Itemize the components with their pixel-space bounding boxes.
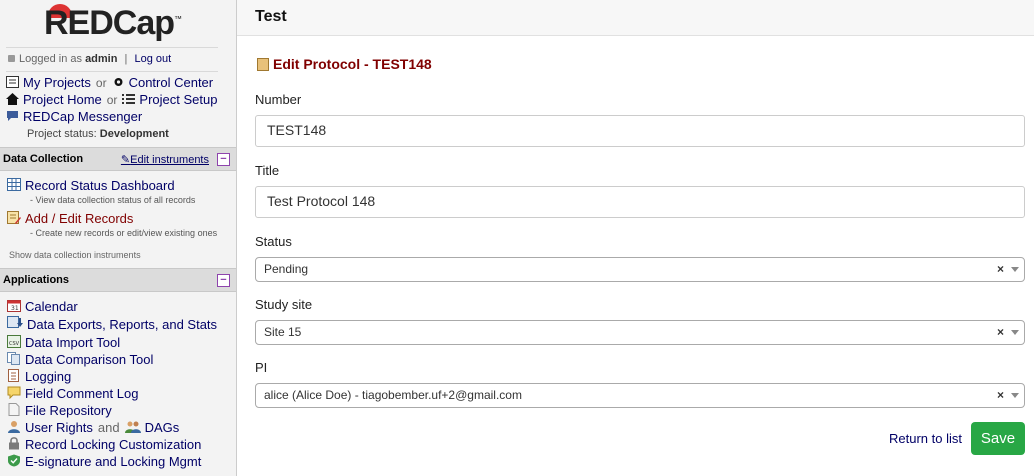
projects-list-icon: [6, 76, 19, 88]
clear-status-icon[interactable]: ×: [997, 262, 1004, 276]
pi-label: PI: [255, 360, 268, 375]
edit-instruments-link[interactable]: ✎Edit instruments: [121, 153, 209, 166]
clear-site-icon[interactable]: ×: [997, 325, 1004, 339]
project-setup-link[interactable]: Project Setup: [139, 92, 217, 107]
home-icon: [6, 93, 19, 105]
file-icon: [8, 403, 20, 416]
record-status-dashboard-desc: - View data collection status of all rec…: [30, 195, 196, 205]
divider: [6, 71, 218, 72]
app-item-user-rights-dags: User Rights and DAGs: [7, 420, 179, 435]
study-site-label: Study site: [255, 297, 313, 312]
collapse-data-collection-button[interactable]: −: [217, 153, 230, 166]
app-item-calendar[interactable]: 31 Calendar: [7, 299, 78, 314]
number-label: Number: [255, 92, 302, 107]
project-status: Project status: Development: [27, 128, 169, 140]
app-item-data-exports[interactable]: Data Exports, Reports, and Stats: [7, 316, 217, 332]
collapse-applications-button[interactable]: −: [217, 274, 230, 287]
chevron-down-icon[interactable]: [1011, 393, 1019, 398]
project-home-link[interactable]: Project Home: [23, 92, 102, 107]
pencil-icon: ✎: [120, 154, 131, 166]
dags-link[interactable]: DAGs: [145, 420, 180, 435]
sidebar-item-record-status-dashboard[interactable]: Record Status Dashboard: [7, 178, 175, 193]
app-item-field-comment-log[interactable]: Field Comment Log: [7, 386, 138, 401]
messenger-link[interactable]: REDCap Messenger: [23, 109, 142, 124]
pi-select[interactable]: alice (Alice Doe) - tiagobember.uf+2@gma…: [255, 383, 1025, 408]
shield-check-icon: [8, 454, 20, 467]
nav-line-1: My Projects or Control Center: [6, 75, 213, 90]
sidebar: REDCap™ Logged in as admin | Log out My …: [0, 0, 237, 476]
grid-icon: [7, 178, 21, 191]
status-label: Status: [255, 234, 292, 249]
redcap-logo[interactable]: REDCap™: [44, 4, 182, 43]
show-instruments-link[interactable]: Show data collection instruments: [9, 250, 141, 260]
chevron-down-icon[interactable]: [1011, 330, 1019, 335]
project-status-value: Development: [99, 128, 169, 140]
compare-icon: [7, 352, 20, 365]
data-collection-header: Data Collection ✎Edit instruments −: [0, 147, 236, 171]
clear-pi-icon[interactable]: ×: [997, 388, 1004, 402]
status-select[interactable]: Pending ×: [255, 257, 1025, 282]
gear-icon: [114, 78, 123, 86]
app-item-data-comparison[interactable]: Data Comparison Tool: [7, 352, 153, 367]
study-site-select[interactable]: Site 15 ×: [255, 320, 1025, 345]
svg-text:CSV: CSV: [9, 341, 20, 347]
divider: [6, 47, 218, 48]
edit-form-icon: [257, 58, 269, 71]
nav-line-3: REDCap Messenger: [6, 109, 142, 124]
app-item-logging[interactable]: Logging: [7, 369, 71, 384]
group-icon: [124, 421, 141, 433]
title-field[interactable]: Test Protocol 148: [255, 186, 1025, 218]
app-item-record-locking[interactable]: Record Locking Customization: [7, 437, 201, 452]
logout-link[interactable]: Log out: [134, 53, 171, 65]
control-center-link[interactable]: Control Center: [129, 75, 214, 90]
chat-bubble-icon: [7, 111, 18, 121]
page-header: Test: [237, 0, 1034, 36]
chevron-down-icon[interactable]: [1011, 267, 1019, 272]
nav-line-2: Project Home or Project Setup: [6, 92, 217, 107]
form-title: Edit Protocol - TEST148: [257, 56, 432, 72]
number-field[interactable]: TEST148: [255, 115, 1025, 147]
svg-text:31: 31: [11, 305, 19, 312]
comment-icon: [7, 386, 21, 399]
login-info: Logged in as admin | Log out: [8, 53, 171, 65]
return-to-list-link[interactable]: Return to list: [889, 431, 962, 446]
lock-icon: [8, 55, 15, 62]
edit-record-icon: [7, 211, 21, 224]
save-button[interactable]: Save: [971, 422, 1025, 455]
data-export-icon: [7, 316, 23, 328]
my-projects-link[interactable]: My Projects: [23, 75, 91, 90]
applications-header: Applications −: [0, 268, 236, 292]
app-item-data-import[interactable]: CSV Data Import Tool: [7, 335, 120, 350]
calendar-icon: 31: [7, 300, 21, 312]
app-item-file-repository[interactable]: File Repository: [7, 403, 112, 418]
log-icon: [8, 369, 19, 382]
user-rights-link[interactable]: User Rights: [25, 420, 93, 435]
sidebar-item-add-edit-records[interactable]: Add / Edit Records: [7, 211, 133, 226]
main-content: Test Edit Protocol - TEST148 Number TEST…: [237, 0, 1034, 476]
username: admin: [85, 53, 118, 65]
import-icon: CSV: [7, 335, 21, 348]
list-icon: [122, 94, 136, 104]
user-icon: [8, 421, 20, 433]
page-title: Test: [255, 8, 287, 25]
lock-record-icon: [9, 437, 19, 450]
title-label: Title: [255, 163, 280, 178]
add-edit-records-desc: - Create new records or edit/view existi…: [30, 228, 218, 238]
app-item-esignature[interactable]: E-signature and Locking Mgmt: [7, 454, 201, 469]
